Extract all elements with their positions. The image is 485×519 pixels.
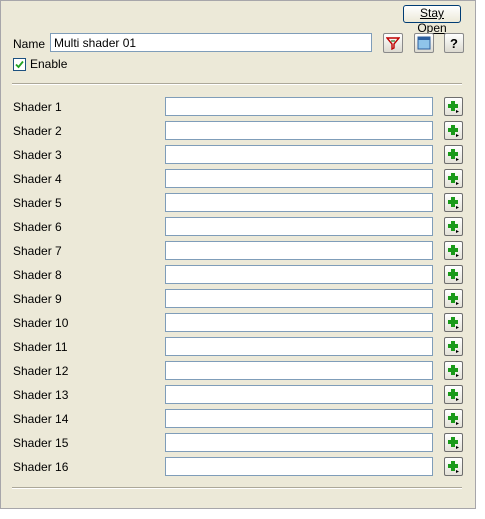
shader-label: Shader 2 <box>13 124 62 138</box>
shader-slot-input[interactable] <box>165 241 433 260</box>
name-label: Name <box>13 37 46 51</box>
shader-label: Shader 5 <box>13 196 62 210</box>
shader-label: Shader 7 <box>13 244 62 258</box>
add-shader-button[interactable] <box>444 265 463 284</box>
enable-row: Enable <box>13 57 67 71</box>
shader-row: Shader 9 <box>1 288 477 310</box>
shader-label: Shader 8 <box>13 268 62 282</box>
add-plus-icon <box>448 341 459 353</box>
shader-row: Shader 4 <box>1 168 477 190</box>
enable-label: Enable <box>30 57 68 71</box>
enable-checkbox[interactable] <box>13 57 26 71</box>
add-plus-icon <box>448 317 459 329</box>
shader-slot-input[interactable] <box>165 337 433 356</box>
shader-slot-input[interactable] <box>165 265 433 284</box>
shader-panel: Stay Open Name ? Enable Shader 1 Shader 2… <box>0 0 476 509</box>
shader-row: Shader 8 <box>1 264 477 286</box>
stay-open-button[interactable]: Stay Open <box>403 5 461 35</box>
help-icon: ? <box>450 36 458 50</box>
add-plus-icon <box>448 173 459 185</box>
shader-label: Shader 1 <box>13 100 62 114</box>
shader-slot-input[interactable] <box>165 169 433 188</box>
shader-slot-input[interactable] <box>165 385 433 404</box>
add-shader-button[interactable] <box>444 409 463 428</box>
shader-slot-input[interactable] <box>165 193 433 212</box>
add-shader-button[interactable] <box>444 361 463 380</box>
shader-row: Shader 13 <box>1 384 477 406</box>
shader-slot-input[interactable] <box>165 97 433 116</box>
shader-slot-input[interactable] <box>165 145 433 164</box>
shader-slot-input[interactable] <box>165 409 433 428</box>
add-plus-icon <box>448 413 459 425</box>
checkmark-icon <box>15 60 24 68</box>
add-plus-icon <box>448 365 459 377</box>
shader-row: Shader 11 <box>1 336 477 358</box>
add-plus-icon <box>448 245 459 257</box>
shader-slot-input[interactable] <box>165 361 433 380</box>
preview-window-button[interactable] <box>414 33 434 53</box>
add-shader-button[interactable] <box>444 337 463 356</box>
add-plus-icon <box>448 221 459 233</box>
add-shader-button[interactable] <box>444 217 463 236</box>
shader-row: Shader 6 <box>1 216 477 238</box>
bottom-divider <box>12 487 462 489</box>
shader-label: Shader 6 <box>13 220 62 234</box>
add-plus-icon <box>448 437 459 449</box>
add-shader-button[interactable] <box>444 241 463 260</box>
add-plus-icon <box>448 197 459 209</box>
shader-slot-input[interactable] <box>165 289 433 308</box>
add-shader-button[interactable] <box>444 433 463 452</box>
shader-label: Shader 9 <box>13 292 62 306</box>
shader-label: Shader 16 <box>13 460 69 474</box>
shader-label: Shader 3 <box>13 148 62 162</box>
add-shader-button[interactable] <box>444 457 463 476</box>
shader-label: Shader 4 <box>13 172 62 186</box>
shader-slot-input[interactable] <box>165 217 433 236</box>
add-shader-button[interactable] <box>444 97 463 116</box>
shader-slot-input[interactable] <box>165 457 433 476</box>
shader-row: Shader 5 <box>1 192 477 214</box>
add-plus-icon <box>448 293 459 305</box>
add-plus-icon <box>448 269 459 281</box>
shader-row: Shader 10 <box>1 312 477 334</box>
preview-window-icon <box>417 36 431 50</box>
shader-row: Shader 3 <box>1 144 477 166</box>
top-divider <box>12 83 462 85</box>
add-shader-button[interactable] <box>444 193 463 212</box>
add-shader-button[interactable] <box>444 313 463 332</box>
add-shader-button[interactable] <box>444 145 463 164</box>
shader-label: Shader 13 <box>13 388 69 402</box>
add-shader-button[interactable] <box>444 289 463 308</box>
help-button[interactable]: ? <box>444 33 464 53</box>
add-shader-button[interactable] <box>444 121 463 140</box>
add-shader-button[interactable] <box>444 385 463 404</box>
add-plus-icon <box>448 461 459 473</box>
shader-slot-input[interactable] <box>165 433 433 452</box>
add-shader-button[interactable] <box>444 169 463 188</box>
shader-row: Shader 14 <box>1 408 477 430</box>
shader-row: Shader 2 <box>1 120 477 142</box>
shader-row: Shader 7 <box>1 240 477 262</box>
shader-row: Shader 1 <box>1 96 477 118</box>
name-input[interactable] <box>50 33 372 52</box>
shader-label: Shader 14 <box>13 412 69 426</box>
material-filter-button[interactable] <box>383 33 403 53</box>
add-plus-icon <box>448 125 459 137</box>
shader-row: Shader 12 <box>1 360 477 382</box>
shader-label: Shader 11 <box>13 340 68 354</box>
add-plus-icon <box>448 389 459 401</box>
add-plus-icon <box>448 101 459 113</box>
shader-row: Shader 15 <box>1 432 477 454</box>
shader-label: Shader 12 <box>13 364 69 378</box>
shader-slot-input[interactable] <box>165 121 433 140</box>
shader-label: Shader 15 <box>13 436 69 450</box>
material-filter-icon <box>386 37 400 50</box>
shader-row: Shader 16 <box>1 456 477 478</box>
shader-slot-input[interactable] <box>165 313 433 332</box>
svg-text:?: ? <box>450 36 458 50</box>
shader-label: Shader 10 <box>13 316 69 330</box>
add-plus-icon <box>448 149 459 161</box>
